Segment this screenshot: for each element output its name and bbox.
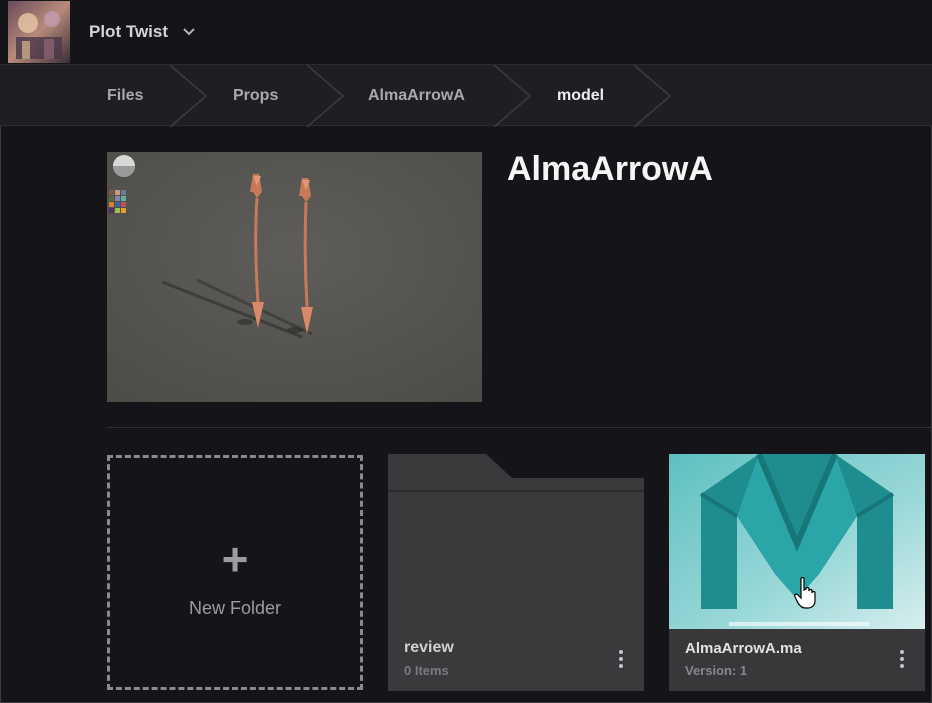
chevron-right-icon [493,65,532,127]
breadcrumb-item-props[interactable]: Props [233,65,278,127]
asset-preview[interactable] [107,152,482,402]
chevron-right-icon [306,65,345,127]
asset-title: AlmaArrowA [507,150,713,188]
folder-item-count: 0 Items [404,663,449,678]
project-thumbnail[interactable] [8,1,70,63]
top-bar: Plot Twist [0,0,932,64]
hand-cursor-icon [794,577,816,609]
chevron-right-icon [633,65,672,127]
chevron-down-icon[interactable] [181,24,197,40]
file-name: AlmaArrowA.ma [685,640,802,657]
folder-name: review [404,639,454,656]
file-card-almaarrowa-ma[interactable]: AlmaArrowA.ma Version: 1 [669,454,925,691]
divider [107,427,932,428]
breadcrumb: Files Props AlmaArrowA model [0,64,932,127]
breadcrumb-item-almaarrowa[interactable]: AlmaArrowA [368,65,465,127]
breadcrumb-item-files[interactable]: Files [107,65,143,127]
new-folder-button[interactable]: + New Folder [107,455,363,690]
plus-icon: + [221,533,249,585]
folder-card-review[interactable]: review 0 Items [388,454,644,691]
project-name[interactable]: Plot Twist [89,22,168,42]
breadcrumb-item-model[interactable]: model [557,65,604,127]
chevron-right-icon [169,65,208,127]
file-version: Version: 1 [685,663,748,678]
more-vertical-icon[interactable] [612,647,630,671]
more-vertical-icon[interactable] [893,647,911,671]
new-folder-label: New Folder [188,598,282,618]
